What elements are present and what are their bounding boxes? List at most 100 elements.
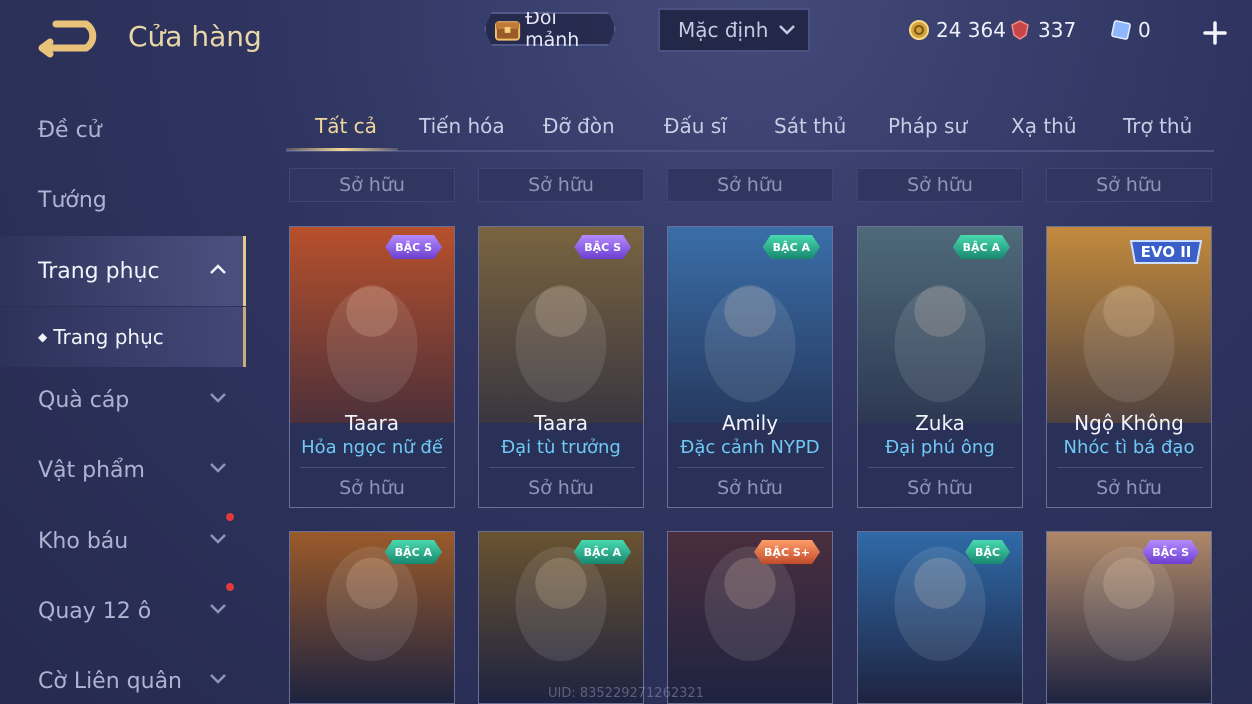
back-arrow-icon[interactable] bbox=[36, 18, 106, 62]
sidebar-item-treasure[interactable]: Kho báu bbox=[0, 506, 246, 576]
gem-currency: 337 bbox=[1008, 18, 1076, 42]
sidebar: Đề cử Tướng Trang phục ◆ Trang phục Quà … bbox=[0, 90, 246, 704]
chevron-down-icon bbox=[210, 674, 226, 684]
tier-badge: BẬC S+ bbox=[754, 540, 820, 564]
sidebar-item-items[interactable]: Vật phẩm bbox=[0, 435, 246, 505]
card-divider bbox=[1057, 467, 1203, 468]
bullet-icon: ◆ bbox=[38, 330, 48, 344]
skin-card[interactable]: BẬC S Taara Hỏa ngọc nữ đế Sở hữu bbox=[289, 226, 455, 508]
owned-strip: Sở hữu bbox=[857, 168, 1023, 202]
tab-evolution[interactable]: Tiến hóa bbox=[419, 114, 505, 138]
owned-strip: Sở hữu bbox=[289, 168, 455, 202]
sidebar-subitem-label: Trang phục bbox=[53, 325, 164, 349]
chest-icon bbox=[494, 16, 521, 42]
exchange-label: Đổi mảnh bbox=[525, 7, 580, 51]
exchange-fragments-button[interactable]: Đổi mảnh bbox=[484, 12, 616, 46]
page-title: Cửa hàng bbox=[128, 20, 262, 53]
tab-tank[interactable]: Đỡ đòn bbox=[543, 114, 615, 138]
owned-status: Sở hữu bbox=[339, 477, 405, 499]
skin-card[interactable]: BẬC S+ bbox=[667, 531, 833, 704]
hero-name: Zuka bbox=[915, 411, 965, 435]
category-tabs: Tất cả Tiến hóa Đỡ đòn Đấu sĩ Sát thủ Ph… bbox=[286, 104, 1214, 152]
sidebar-item-label: Trang phục bbox=[38, 258, 160, 284]
card-divider bbox=[489, 467, 635, 468]
skin-card[interactable]: BẬC A Amily Đặc cảnh NYPD Sở hữu bbox=[667, 226, 833, 508]
tier-badge: BẬC bbox=[965, 540, 1010, 564]
card-divider bbox=[300, 467, 446, 468]
skin-card[interactable]: BẬC bbox=[857, 531, 1023, 704]
skin-name: Hỏa ngọc nữ đế bbox=[301, 437, 443, 458]
sort-dropdown[interactable]: Mặc định bbox=[658, 8, 810, 52]
voucher-currency: 0 bbox=[1110, 18, 1151, 42]
voucher-icon bbox=[1111, 20, 1131, 40]
tab-marksman[interactable]: Xạ thủ bbox=[1011, 114, 1077, 138]
skin-card[interactable]: BẬC S Taara Đại tù trưởng Sở hữu bbox=[478, 226, 644, 508]
sidebar-subitem-skins[interactable]: ◆ Trang phục bbox=[0, 307, 246, 367]
hero-name: Ngộ Không bbox=[1074, 411, 1184, 435]
top-bar: Cửa hàng Đổi mảnh Mặc định 24 364 337 0 bbox=[0, 0, 1252, 72]
tab-all[interactable]: Tất cả bbox=[315, 114, 377, 138]
sidebar-item-label: Quay 12 ô bbox=[38, 598, 152, 624]
gold-value: 24 364 bbox=[936, 18, 1006, 42]
sidebar-item-spin-12[interactable]: Quay 12 ô bbox=[0, 576, 246, 646]
card-divider bbox=[678, 467, 824, 468]
skin-card[interactable]: BẬC S bbox=[1046, 531, 1212, 704]
owned-status: Sở hữu bbox=[907, 477, 973, 499]
voucher-value: 0 bbox=[1138, 18, 1151, 42]
red-gem-icon bbox=[1011, 20, 1029, 40]
chevron-up-icon bbox=[210, 264, 226, 274]
gold-coin-icon bbox=[909, 20, 929, 40]
skin-card[interactable]: BẬC A bbox=[289, 531, 455, 704]
skin-name: Đại tù trưởng bbox=[501, 437, 621, 458]
tier-badge: BẬC S bbox=[574, 235, 631, 259]
sidebar-item-label: Cờ Liên quân bbox=[38, 668, 182, 694]
tier-badge: BẬC A bbox=[953, 235, 1010, 259]
chevron-down-icon bbox=[210, 534, 226, 544]
chevron-down-icon bbox=[210, 393, 226, 403]
owned-status: Sở hữu bbox=[528, 477, 594, 499]
tier-badge: BẬC S bbox=[385, 235, 442, 259]
sort-value: Mặc định bbox=[678, 18, 769, 42]
sidebar-item-featured[interactable]: Đề cử bbox=[0, 95, 246, 165]
skin-name: Đặc cảnh NYPD bbox=[680, 437, 820, 458]
tier-badge: BẬC A bbox=[385, 540, 442, 564]
svg-text:EVO II: EVO II bbox=[1141, 243, 1192, 261]
sidebar-item-label: Vật phẩm bbox=[38, 457, 145, 483]
chevron-down-icon bbox=[779, 25, 795, 35]
notification-dot bbox=[226, 513, 234, 521]
owned-strip: Sở hữu bbox=[667, 168, 833, 202]
chevron-down-icon bbox=[210, 463, 226, 473]
tier-badge: BẬC A bbox=[574, 540, 631, 564]
hero-name: Amily bbox=[721, 411, 779, 435]
tab-support[interactable]: Trợ thủ bbox=[1123, 114, 1192, 138]
owned-strip: Sở hữu bbox=[1046, 168, 1212, 202]
skin-card[interactable]: BẬC A bbox=[478, 531, 644, 704]
sidebar-item-label: Kho báu bbox=[38, 528, 129, 554]
skin-card[interactable]: BẬC A Zuka Đại phú ông Sở hữu bbox=[857, 226, 1023, 508]
owned-status: Sở hữu bbox=[1096, 477, 1162, 499]
sidebar-item-label: Đề cử bbox=[38, 117, 102, 143]
owned-strip: Sở hữu bbox=[478, 168, 644, 202]
sidebar-item-skins[interactable]: Trang phục bbox=[0, 236, 246, 306]
gem-value: 337 bbox=[1038, 18, 1077, 42]
owned-status: Sở hữu bbox=[717, 477, 783, 499]
tab-mage[interactable]: Pháp sư bbox=[888, 114, 967, 138]
skin-card[interactable]: EVO II Ngộ Không Nhóc tì bá đạo Sở hữu bbox=[1046, 226, 1212, 508]
gold-currency: 24 364 bbox=[908, 18, 1006, 42]
tier-badge: BẬC A bbox=[763, 235, 820, 259]
tab-assassin[interactable]: Sát thủ bbox=[774, 114, 846, 138]
active-tab-indicator bbox=[286, 148, 398, 151]
skin-name: Nhóc tì bá đạo bbox=[1063, 437, 1195, 458]
hero-name: Taara bbox=[345, 411, 399, 435]
hero-name: Taara bbox=[534, 411, 588, 435]
sidebar-item-heroes[interactable]: Tướng bbox=[0, 165, 246, 235]
evo-badge-icon: EVO II bbox=[1129, 240, 1203, 264]
sidebar-item-chess[interactable]: Cờ Liên quân bbox=[0, 646, 246, 704]
sidebar-item-label: Tướng bbox=[38, 187, 107, 213]
plus-icon[interactable] bbox=[1198, 16, 1232, 50]
tab-fighter[interactable]: Đấu sĩ bbox=[664, 114, 727, 138]
skin-name: Đại phú ông bbox=[885, 437, 995, 458]
sidebar-item-label: Quà cáp bbox=[38, 387, 130, 413]
chevron-down-icon bbox=[210, 604, 226, 614]
sidebar-item-gifts[interactable]: Quà cáp bbox=[0, 365, 246, 435]
